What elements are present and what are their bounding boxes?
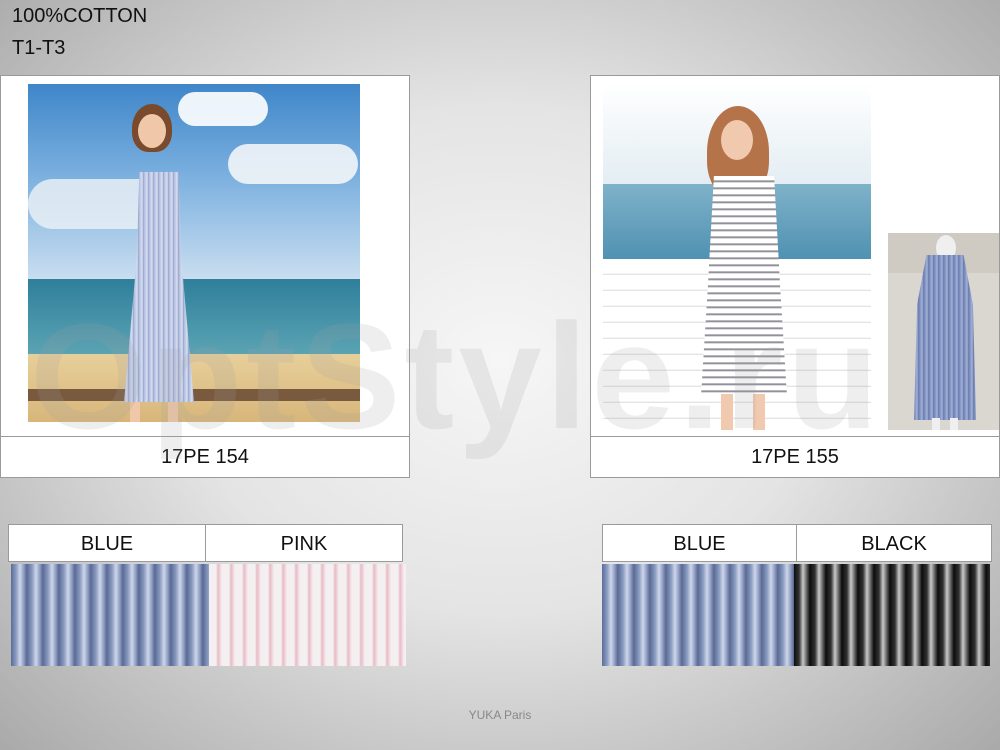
product-photo-shirt-dress-mannequin <box>888 233 999 430</box>
color-swatches-17pe-155: BLUE BLACK <box>602 524 992 666</box>
product-card-17pe-155[interactable]: 17PE 155 <box>590 75 1000 478</box>
color-swatches-17pe-154: BLUE PINK <box>8 524 406 666</box>
swatch-label-blue: BLUE <box>602 524 797 562</box>
product-photo-shirt-dress-model <box>603 84 871 430</box>
swatch-label-blue: BLUE <box>8 524 206 562</box>
product-card-17pe-154[interactable]: 17PE 154 <box>0 75 410 478</box>
footer-brand: YUKA Paris <box>468 708 532 722</box>
product-code-label: 17PE 154 <box>1 436 409 477</box>
material-label: 100%COTTON <box>12 5 148 27</box>
swatch-label-pink: PINK <box>205 524 403 562</box>
swatch-label-black: BLACK <box>796 524 992 562</box>
fabric-swatch-pink[interactable] <box>209 564 406 666</box>
fabric-swatch-blue[interactable] <box>11 564 209 666</box>
fabric-swatch-black[interactable] <box>794 564 990 666</box>
product-photo-beach-dress <box>28 84 360 422</box>
size-range-label: T1-T3 <box>12 37 66 59</box>
product-code-label: 17PE 155 <box>591 436 999 477</box>
fabric-swatch-blue[interactable] <box>602 564 794 666</box>
